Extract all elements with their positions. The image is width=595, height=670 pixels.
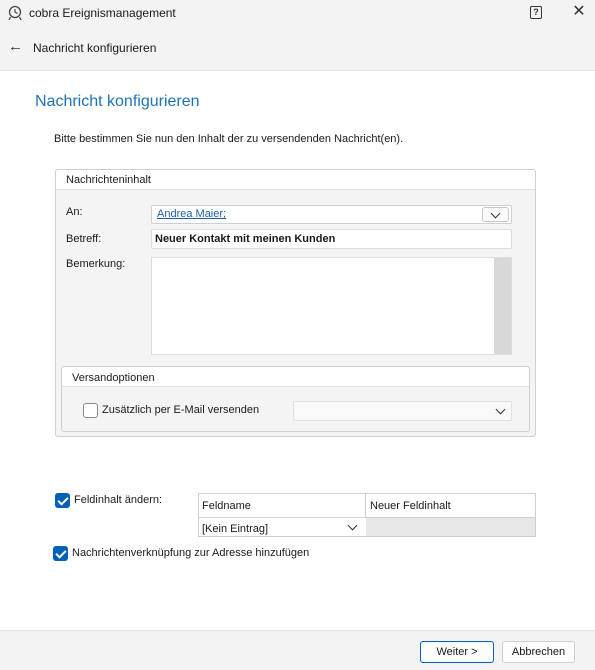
message-content-group-title: Nachrichteninhalt xyxy=(66,174,151,186)
chevron-down-icon xyxy=(495,404,506,415)
to-label: An: xyxy=(66,206,83,218)
subject-label: Betreff: xyxy=(66,233,102,245)
recipient-link[interactable]: Andrea Maier; xyxy=(157,208,226,220)
fieldname-value: [Kein Eintrag] xyxy=(202,523,269,535)
recipient-dropdown-button[interactable] xyxy=(482,207,509,222)
next-button[interactable]: Weiter > xyxy=(420,641,494,663)
remark-label: Bemerkung: xyxy=(66,258,126,270)
shipping-options-title: Versandoptionen xyxy=(72,372,155,384)
chevron-down-icon xyxy=(490,208,501,219)
nav-title: Nachricht konfigurieren xyxy=(33,41,157,55)
instruction-text: Bitte bestimmen Sie nun den Inhalt der z… xyxy=(54,133,404,145)
chevron-down-icon xyxy=(347,520,358,531)
window-title: cobra Ereignismanagement xyxy=(29,6,176,20)
remark-scrollbar[interactable] xyxy=(494,258,511,354)
column-header-new-value-label: Neuer Feldinhalt xyxy=(370,500,451,512)
cancel-button[interactable]: Abbrechen xyxy=(502,641,575,663)
email-checkbox[interactable] xyxy=(83,403,98,418)
page-title: Nachricht konfigurieren xyxy=(35,93,200,110)
new-value-cell[interactable] xyxy=(366,518,535,536)
field-change-label[interactable]: Feldinhalt ändern: xyxy=(74,494,162,506)
email-account-select[interactable] xyxy=(293,401,512,421)
email-checkbox-label[interactable]: Zusätzlich per E-Mail versenden xyxy=(102,404,259,416)
link-address-label[interactable]: Nachrichtenverknüpfung zur Adresse hinzu… xyxy=(72,547,309,559)
app-logo-icon xyxy=(8,5,22,21)
back-arrow-icon[interactable]: ← xyxy=(8,38,23,55)
remark-textarea[interactable] xyxy=(151,257,512,355)
link-address-checkbox[interactable] xyxy=(53,546,68,561)
help-icon[interactable]: ? xyxy=(530,6,542,19)
close-icon[interactable]: ✕ xyxy=(570,3,588,21)
field-change-checkbox[interactable] xyxy=(55,493,70,508)
subject-value: Neuer Kontakt mit meinen Kunden xyxy=(155,233,336,245)
column-header-fieldname-label: Feldname xyxy=(202,500,251,512)
